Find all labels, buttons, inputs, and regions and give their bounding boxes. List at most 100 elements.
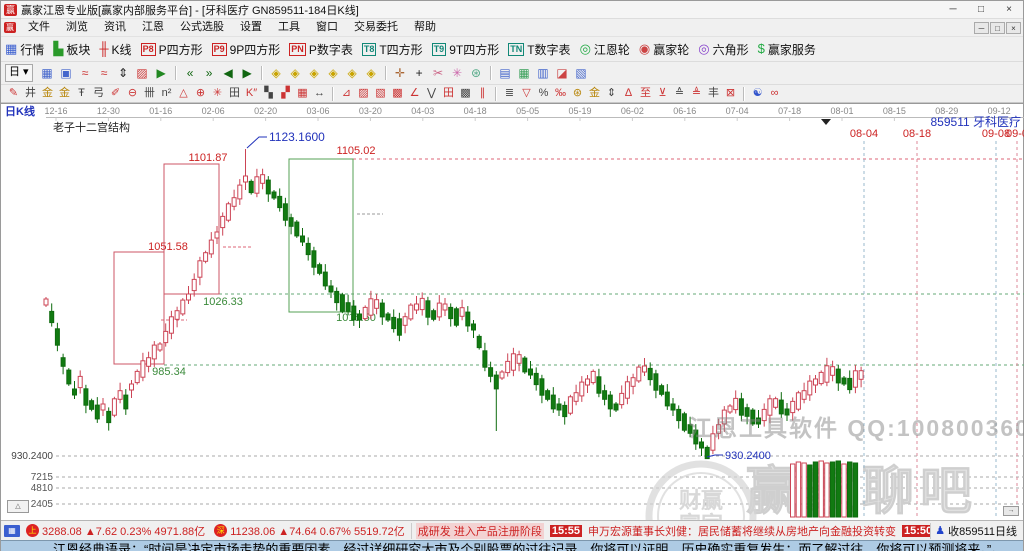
toolbar-button-赢家轮[interactable]: ◉ 赢家轮: [639, 40, 689, 58]
chart-scroll-right-button[interactable]: →: [1003, 506, 1019, 516]
angle-tool-icon-2[interactable]: ∠: [406, 86, 423, 101]
draw-tool-icon-36[interactable]: ∆: [620, 86, 637, 101]
tools-icon[interactable]: ✳: [448, 64, 467, 82]
toolbar-button-赢家服务[interactable]: $ 赢家服务: [758, 40, 816, 58]
fan-tool-icon-2[interactable]: ▧: [372, 86, 389, 101]
taiji-icon[interactable]: ☯: [749, 86, 766, 101]
pencil-tool-icon[interactable]: ✎: [5, 86, 22, 101]
draw-tool-icon-35[interactable]: ⇕: [603, 86, 620, 101]
close-button[interactable]: ×: [995, 2, 1023, 18]
grid-tool-icon[interactable]: 田: [226, 86, 243, 101]
golden-section-icon-1[interactable]: 金: [39, 86, 56, 101]
mdi-restore-button[interactable]: □: [990, 21, 1005, 34]
draw-tool-icon-37[interactable]: 至: [637, 86, 654, 101]
draw-tool-icon-41[interactable]: 丰: [705, 86, 722, 101]
draw-tool-icon-2[interactable]: 井: [22, 86, 39, 101]
ticker-news-item[interactable]: 申万宏源董事长刘健：居民储蓄将继续从房地产向金融投资转变: [588, 523, 896, 539]
gann-diamond-icon-4[interactable]: ◈: [324, 64, 343, 82]
gann-circle-icon[interactable]: ⊕: [192, 86, 209, 101]
period-selector-dropdown[interactable]: 日 ▾: [5, 64, 33, 82]
draw-tool-icon-18[interactable]: ▦: [294, 86, 311, 101]
gann-diamond-icon-2[interactable]: ◈: [286, 64, 305, 82]
infinity-icon[interactable]: ∞: [766, 86, 783, 101]
window-grid-icon[interactable]: ▦: [38, 64, 57, 82]
draw-tool-icon-27[interactable]: ▩: [457, 86, 474, 101]
percent-tool-icon[interactable]: %: [535, 86, 552, 101]
gann-diamond-icon-1[interactable]: ◈: [267, 64, 286, 82]
menu-item-8[interactable]: 窗口: [308, 19, 346, 36]
trend-tool-icon-1[interactable]: ≈: [76, 64, 95, 82]
square-of-nine-icon[interactable]: n²: [158, 86, 175, 101]
draw-tool-icon-15[interactable]: K″: [243, 86, 260, 101]
prev-bar-icon[interactable]: ◀: [219, 64, 238, 82]
ticker-news-item[interactable]: 成研发 进入产品注册阶段: [415, 522, 544, 539]
draw-tool-icon-26[interactable]: 田: [440, 86, 457, 101]
printer-icon[interactable]: ▧: [572, 64, 591, 82]
last-bar-icon[interactable]: »: [200, 64, 219, 82]
toolbar-button-9P四方形[interactable]: P9 9P四方形: [211, 41, 280, 58]
gann-star-icon[interactable]: ✳: [209, 86, 226, 101]
trend-tool-icon-2[interactable]: ≈: [95, 64, 114, 82]
draw-tool-icon-33[interactable]: ⊛: [569, 86, 586, 101]
news-ticker[interactable]: 成研发 进入产品注册阶段 15:55 申万宏源董事长刘健：居民储蓄将继续从房地产向金…: [410, 522, 931, 539]
next-bar-icon[interactable]: ▶: [238, 64, 257, 82]
draw-tool-icon-16[interactable]: ▚: [260, 86, 277, 101]
toolbar-button-T数字表[interactable]: TN T数字表: [508, 41, 571, 58]
info-panel-icon[interactable]: ▣: [57, 64, 76, 82]
permille-tool-icon[interactable]: ‰: [552, 86, 569, 101]
angle-tool-icon-1[interactable]: ⊿: [338, 86, 355, 101]
sh-index-quote[interactable]: 3288.08 ▲7.62 0.23% 4971.88亿: [42, 523, 205, 539]
draw-tool-icon-29[interactable]: ≣: [501, 86, 518, 101]
notes-icon[interactable]: ▥: [534, 64, 553, 82]
toolbar-button-行情[interactable]: ▦ 行情: [5, 40, 44, 58]
draw-tool-icon-19[interactable]: ↔: [311, 86, 328, 101]
toolbar-button-T四方形[interactable]: T8 T四方形: [361, 41, 423, 58]
menu-item-1[interactable]: 文件: [20, 19, 58, 36]
draw-tool-icon-39[interactable]: ≙: [671, 86, 688, 101]
gann-diamond-icon-3[interactable]: ◈: [305, 64, 324, 82]
draw-tool-icon-38[interactable]: ⊻: [654, 86, 671, 101]
scale-reset-icon[interactable]: ⇕: [114, 64, 133, 82]
parallel-lines-icon[interactable]: ∥: [474, 86, 491, 101]
menu-item-4[interactable]: 江恩: [134, 19, 172, 36]
mdi-close-button[interactable]: ×: [1006, 21, 1021, 34]
fan-tool-icon-3[interactable]: ▩: [389, 86, 406, 101]
save-icon[interactable]: ◪: [553, 64, 572, 82]
calculator-icon[interactable]: ▦: [515, 64, 534, 82]
toolbar-button-江恩轮[interactable]: ◎ 江恩轮: [580, 40, 630, 58]
draw-tool-icon-40[interactable]: ≜: [688, 86, 705, 101]
pattern-icon[interactable]: ▨: [133, 64, 152, 82]
keyboard-wizard-icon[interactable]: ▦: [4, 524, 20, 537]
gann-diamond-icon-6[interactable]: ◈: [362, 64, 381, 82]
menu-item-6[interactable]: 设置: [232, 19, 270, 36]
toolbar-button-六角形[interactable]: ◎ 六角形: [698, 40, 748, 58]
draw-tool-icon-9[interactable]: 卌: [141, 86, 158, 101]
fan-tool-icon-1[interactable]: ▨: [355, 86, 372, 101]
draw-tool-icon-6[interactable]: 弓: [90, 86, 107, 101]
panel-collapse-button[interactable]: △: [7, 500, 29, 513]
toolbar-button-K线[interactable]: ╫ K线: [99, 40, 131, 58]
toolbar-button-9T四方形[interactable]: T9 9T四方形: [431, 41, 499, 58]
menu-item-5[interactable]: 公式选股: [172, 19, 232, 36]
golden-section-icon-2[interactable]: 金: [56, 86, 73, 101]
kline-chart[interactable]: 12-16 12-30 01-16 02-06 02-20 03-06 03-20 04-03…: [1, 104, 1024, 520]
menu-item-9[interactable]: 交易委托: [346, 19, 406, 36]
draw-tool-icon-5[interactable]: Ŧ: [73, 86, 90, 101]
calendar-icon[interactable]: ▤: [496, 64, 515, 82]
flower-tool-icon[interactable]: ⊛: [467, 64, 486, 82]
toolbar-button-P数字表[interactable]: PN P数字表: [289, 41, 353, 58]
menu-item-2[interactable]: 浏览: [58, 19, 96, 36]
toolbar-button-P四方形[interactable]: P8 P四方形: [140, 41, 203, 58]
draw-tool-icon-42[interactable]: ⊠: [722, 86, 739, 101]
menu-item-7[interactable]: 工具: [270, 19, 308, 36]
cut-tool-icon[interactable]: ✂: [429, 64, 448, 82]
menu-item-3[interactable]: 资讯: [96, 19, 134, 36]
golden-section-icon-3[interactable]: 金: [586, 86, 603, 101]
mdi-minimize-button[interactable]: ─: [974, 21, 989, 34]
menu-item-10[interactable]: 帮助: [406, 19, 444, 36]
maximize-button[interactable]: □: [967, 2, 995, 18]
draw-tool-icon-11[interactable]: △: [175, 86, 192, 101]
draw-tool-icon-7[interactable]: ✐: [107, 86, 124, 101]
crosshair-icon[interactable]: +: [410, 64, 429, 82]
hand-tool-icon[interactable]: ✛: [391, 64, 410, 82]
